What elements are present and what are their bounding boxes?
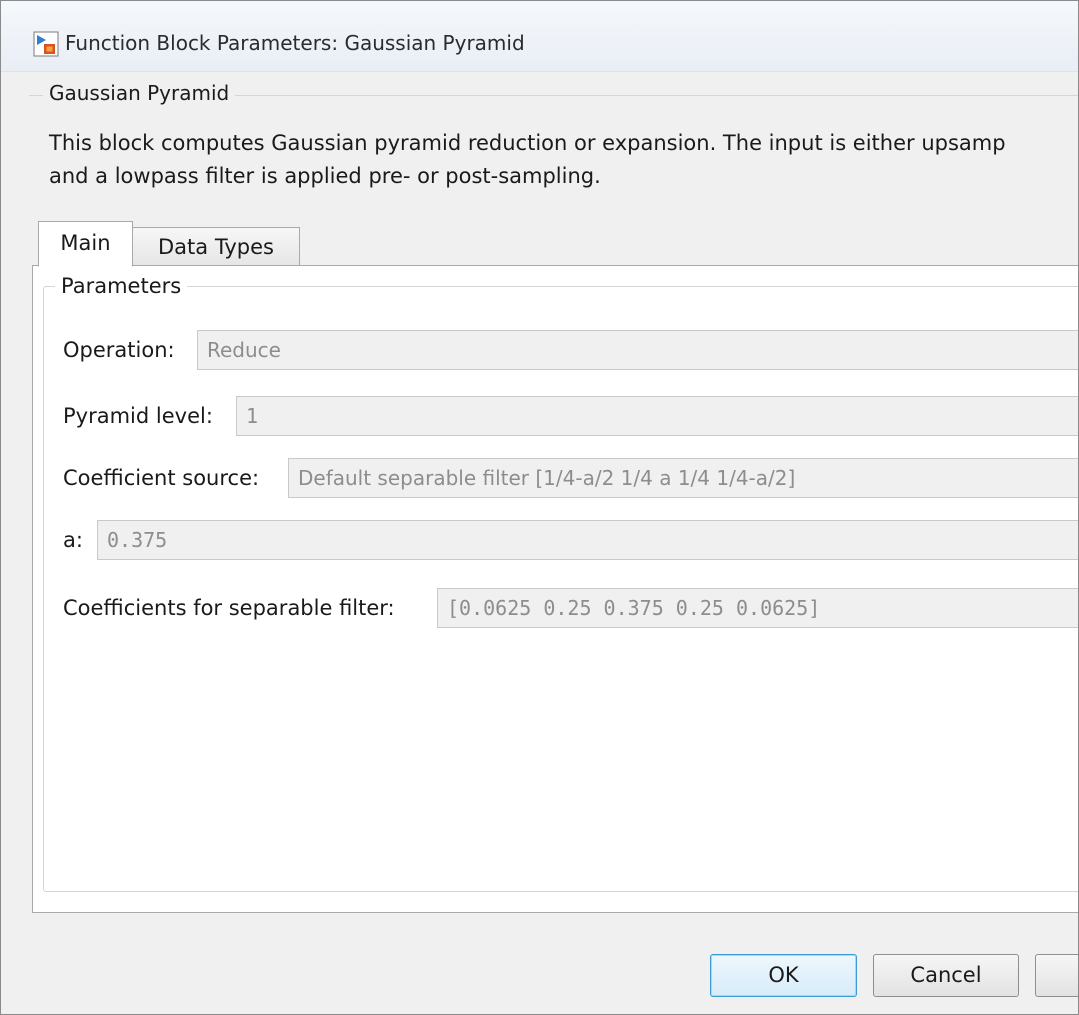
coefficient-source-label: Coefficient source: bbox=[63, 466, 260, 490]
parameters-group-label: Parameters bbox=[55, 274, 188, 298]
cancel-button[interactable]: Cancel bbox=[873, 954, 1019, 997]
a-label: a: bbox=[63, 528, 83, 552]
coefficients-field[interactable]: [0.0625 0.25 0.375 0.25 0.0625] bbox=[437, 588, 1078, 628]
title-bar[interactable]: Function Block Parameters: Gaussian Pyra… bbox=[1, 1, 1078, 72]
main-tab-panel: Parameters Operation: Reduce Pyramid lev… bbox=[32, 265, 1078, 913]
window-title: Function Block Parameters: Gaussian Pyra… bbox=[65, 31, 525, 55]
coefficients-label: Coefficients for separable filter: bbox=[63, 596, 395, 620]
a-field[interactable]: 0.375 bbox=[97, 520, 1078, 560]
tab-main[interactable]: Main bbox=[38, 221, 133, 267]
operation-label: Operation: bbox=[63, 338, 175, 362]
simulink-block-icon bbox=[33, 31, 59, 57]
pyramid-level-field[interactable]: 1 bbox=[236, 396, 1078, 436]
tab-data-types[interactable]: Data Types bbox=[132, 227, 300, 266]
block-description: This block computes Gaussian pyramid red… bbox=[49, 131, 1006, 188]
dialog-window: Function Block Parameters: Gaussian Pyra… bbox=[0, 0, 1079, 1015]
pyramid-level-label: Pyramid level: bbox=[63, 404, 213, 428]
ok-button[interactable]: OK bbox=[710, 954, 857, 997]
operation-dropdown[interactable]: Reduce bbox=[197, 330, 1078, 370]
help-button[interactable] bbox=[1035, 954, 1078, 997]
coefficient-source-dropdown[interactable]: Default separable filter [1/4-a/2 1/4 a … bbox=[288, 458, 1078, 498]
block-name-heading: Gaussian Pyramid bbox=[43, 81, 236, 105]
